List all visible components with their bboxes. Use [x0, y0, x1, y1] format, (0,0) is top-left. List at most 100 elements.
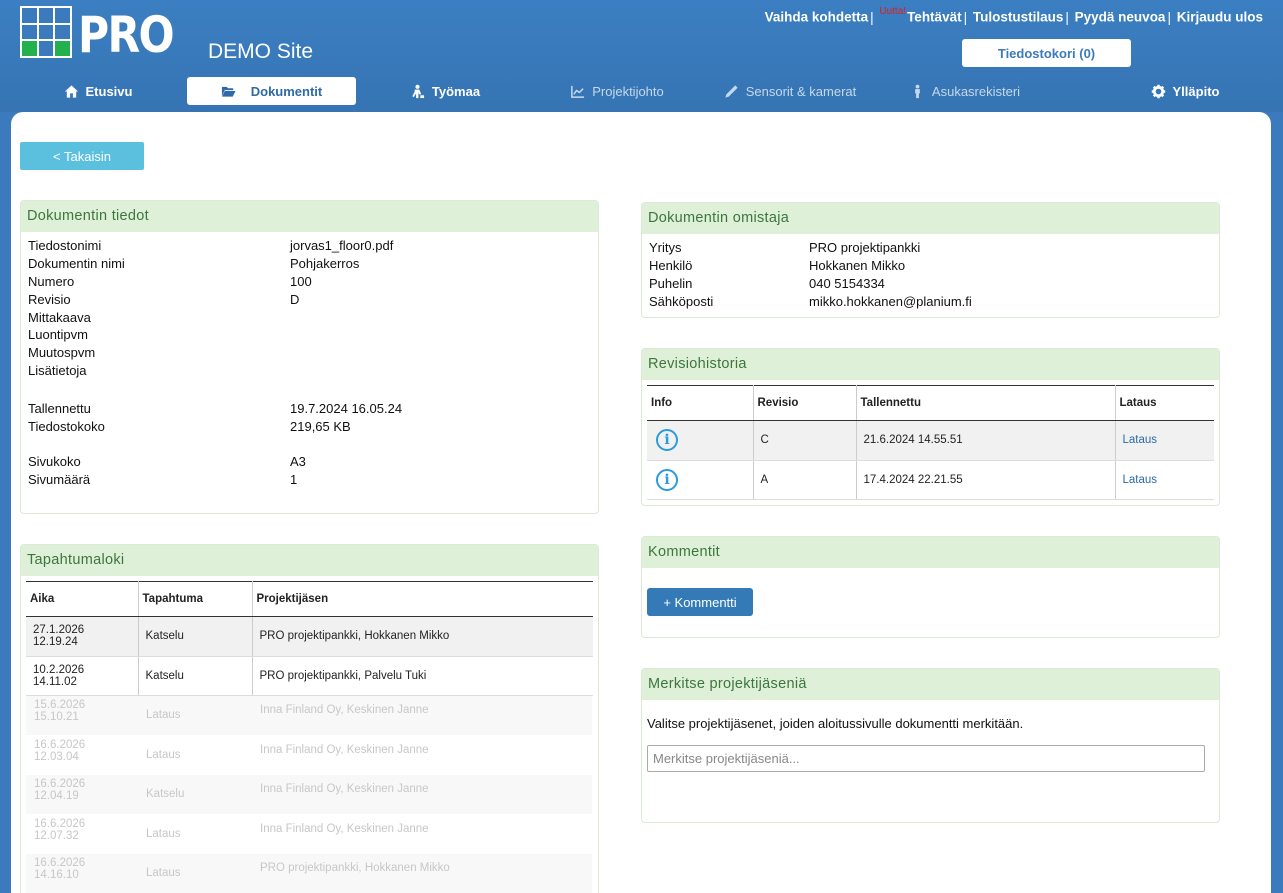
info-icon[interactable]: i	[656, 468, 678, 491]
logout-link[interactable]: Kirjaudu ulos	[1177, 10, 1263, 25]
nav-sensors[interactable]: Sensorit & kamerat	[712, 77, 868, 105]
event-log-table: Aika Tapahtuma Projektijäsen 27.1.2026 12…	[26, 581, 593, 696]
comments-title: Kommentit	[642, 537, 1219, 568]
person-icon	[915, 84, 920, 98]
nav-worksite-label: Työmaa	[431, 83, 481, 99]
info-label: Yritys	[649, 240, 682, 255]
info-label: Tiedostokoko	[28, 418, 105, 434]
nav-project-mgmt-label: Projektijohto	[592, 83, 664, 99]
document-info-title: Dokumentin tiedot	[21, 201, 598, 232]
info-icon[interactable]: i	[656, 429, 678, 452]
info-value: D	[290, 291, 300, 307]
revision-info-cell: i	[647, 460, 754, 500]
info-row: Lisätietoja	[28, 362, 393, 380]
log-time: 14.11.02	[33, 675, 77, 688]
col-header-saved[interactable]: Tallennettu	[856, 385, 1116, 421]
nav-documents[interactable]: Dokumentit	[187, 77, 356, 105]
info-row: Revisio D	[28, 291, 393, 309]
info-label: Numero	[28, 273, 75, 289]
info-label: Muutospvm	[28, 345, 96, 361]
back-button[interactable]: < Takaisin	[20, 142, 144, 170]
nav-sensors-label: Sensorit & kamerat	[745, 83, 857, 99]
ask-advice-link[interactable]: Pyydä neuvoa	[1075, 10, 1166, 25]
info-label: Sähköposti	[649, 293, 714, 309]
line-chart-icon	[571, 85, 585, 98]
ghost-member: Inna Finland Oy, Keskinen Janne	[260, 823, 429, 835]
revision-download-cell: Lataus	[1115, 460, 1214, 500]
info-label: Henkilö	[649, 257, 693, 273]
ghost-time: 12.04.19	[34, 790, 79, 802]
table-row: 27.1.2026 12.19.24 Katselu PRO projektipa…	[26, 616, 593, 657]
info-row: Tiedostonimi jorvas1_floor0.pdf	[28, 237, 393, 255]
col-header-event[interactable]: Tapahtuma	[138, 581, 253, 617]
revision-download-cell: Lataus	[1115, 420, 1214, 461]
table-row: 10.2.2026 14.11.02 Katselu PRO projektipa…	[26, 656, 593, 696]
nav-project-mgmt[interactable]: Projektijohto	[555, 77, 679, 105]
info-label: Tallennettu	[28, 401, 91, 416]
info-row: Muutospvm	[28, 344, 393, 362]
worker-icon	[412, 84, 424, 98]
log-time-cell: 10.2.2026 14.11.02	[26, 656, 139, 696]
mark-members-input[interactable]: Merkitse projektijäseniä...	[647, 745, 1205, 772]
info-value: 19.7.2024 16.05.24	[290, 401, 403, 416]
nav-home[interactable]: Etusivu	[60, 77, 136, 105]
nav-worksite[interactable]: Työmaa	[400, 77, 490, 105]
info-value: A3	[290, 454, 306, 469]
list-item: 15.6.2026 15.10.21 Lataus Inna Finland Oy…	[26, 696, 592, 735]
info-label: Tiedostonimi	[28, 238, 102, 253]
ghost-member: Inna Finland Oy, Keskinen Janne	[260, 704, 429, 716]
col-header-revision[interactable]: Revisio	[753, 385, 857, 421]
document-owner-title: Dokumentin omistaja	[642, 203, 1219, 234]
info-value: mikko.hokkanen@planium.fi	[809, 293, 972, 309]
document-owner-list: Yritys PRO projektipankki Henkilö Hokkanen …	[649, 239, 972, 311]
ghost-time: 14.16.10	[34, 869, 79, 881]
ghost-event: Lataus	[146, 867, 181, 879]
tasks-link[interactable]: Tehtävät	[907, 10, 962, 25]
print-order-link[interactable]: Tulostustilaus	[973, 10, 1064, 25]
download-link[interactable]: Lataus	[1123, 474, 1158, 486]
info-value: PRO projektipankki	[809, 240, 921, 255]
log-member-cell: PRO projektipankki, Palvelu Tuki	[252, 656, 593, 696]
pencil-icon	[725, 84, 738, 98]
ghost-time: 12.07.32	[34, 830, 79, 842]
site-name: DEMO Site	[208, 40, 314, 63]
info-label: Mittakaava	[28, 309, 91, 325]
info-row: Luontipvm	[28, 326, 393, 344]
change-site-link[interactable]: Vaihda kohdetta	[765, 10, 869, 25]
ghost-date: 16.6.2026	[34, 778, 86, 790]
ghost-date: 16.6.2026	[34, 818, 86, 830]
table-row: i A 17.4.2024 22.21.55 Lataus	[647, 460, 1214, 500]
document-info-list-pages: Sivukoko A3 Sivumäärä 1	[28, 453, 306, 489]
col-header-member[interactable]: Projektijäsen	[252, 581, 593, 617]
nav-residents-label: Asukasrekisteri	[931, 83, 1021, 99]
event-log-title: Tapahtumaloki	[21, 545, 598, 576]
info-row: Tiedostokoko 219,65 KB	[28, 418, 402, 436]
ghost-date: 16.6.2026	[34, 739, 86, 751]
col-header-info[interactable]: Info	[647, 385, 754, 421]
col-header-download[interactable]: Lataus	[1115, 385, 1214, 421]
table-row: i C 21.6.2024 14.55.51 Lataus	[647, 420, 1214, 461]
revision-saved-cell: 17.4.2024 22.21.55	[856, 460, 1116, 500]
info-row: Sähköposti mikko.hokkanen@planium.fi	[649, 293, 972, 311]
info-value: 040 5154334	[809, 275, 885, 291]
info-value: 219,65 KB	[290, 418, 351, 434]
file-cart-button[interactable]: Tiedostokori (0)	[962, 39, 1131, 67]
list-item: 16.6.2026 14.16.10 Lataus PRO projektipan…	[26, 854, 592, 893]
revision-history-title: Revisiohistoria	[642, 349, 1219, 380]
nav-admin[interactable]: Ylläpito	[1140, 77, 1230, 105]
revision-code-cell: A	[753, 460, 857, 500]
revision-history-table: Info Revisio Tallennettu Lataus i C 21.6…	[647, 385, 1214, 500]
add-comment-button[interactable]: + Kommentti	[647, 588, 753, 616]
nav-residents[interactable]: Asukasrekisteri	[900, 77, 1030, 105]
pro-logo[interactable]: PRO	[20, 6, 190, 64]
col-header-time[interactable]: Aika	[26, 581, 139, 617]
ghost-member: Inna Finland Oy, Keskinen Janne	[260, 744, 429, 756]
logo-text: PRO	[78, 6, 175, 64]
ghost-time: 15.10.21	[34, 711, 79, 723]
download-link[interactable]: Lataus	[1123, 434, 1158, 446]
ghost-member: PRO projektipankki, Hokkanen Mikko	[260, 862, 450, 874]
ghost-date: 16.6.2026	[34, 857, 86, 869]
info-label: Puhelin	[649, 275, 693, 291]
main-nav: Etusivu Dokumentit Työmaa Projektijohto …	[0, 77, 1283, 105]
info-row: Sivumäärä 1	[28, 471, 306, 489]
